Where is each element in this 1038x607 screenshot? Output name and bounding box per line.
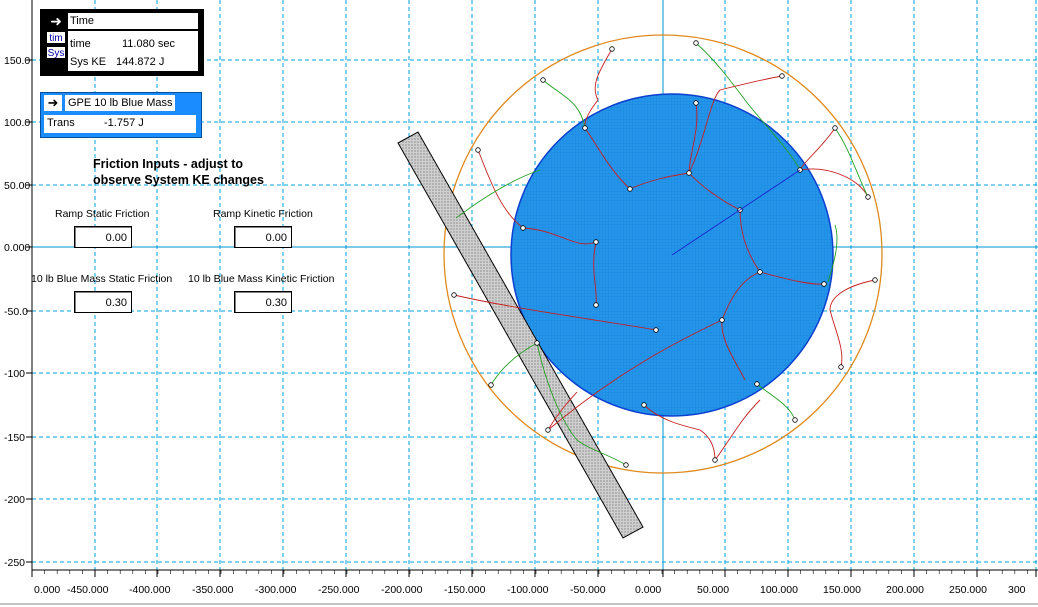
gpe-panel[interactable]: ➜ GPE 10 lb Blue Mass Trans -1.757 J [40, 92, 202, 138]
sys-ke-label: Sys KE [70, 56, 107, 68]
time-panel[interactable]: ➜ Time tim Sys time 11.080 sec Sys KE 14… [40, 9, 204, 76]
time-panel-title: Time [68, 13, 198, 29]
ramp-kinetic-friction-input[interactable]: 0.00 [234, 226, 292, 248]
trail-point [838, 364, 844, 370]
x-tick-label: -200.000 [381, 584, 423, 596]
x-tick-label: -50.000 [570, 584, 606, 596]
trail-point [593, 302, 599, 308]
trans-value: -1.757 J [104, 117, 144, 129]
trail-point [693, 100, 699, 106]
trail-point [627, 186, 633, 192]
trail-point [475, 147, 481, 153]
y-tick-label: -100 [4, 368, 25, 380]
y-tick-label: -200 [4, 494, 25, 506]
x-tick-label: 100.000 [760, 584, 798, 596]
x-tick-label: -450.000 [67, 584, 109, 596]
trail-point [653, 327, 659, 333]
x-tick-label: 150.000 [823, 584, 861, 596]
mass-static-friction-input[interactable]: 0.30 [74, 291, 132, 313]
y-tick-label: -50.0 [4, 306, 28, 318]
side-tab-tim[interactable]: tim [46, 31, 66, 44]
gpe-panel-body: Trans -1.757 J [44, 115, 196, 133]
ramp-static-friction-label: Ramp Static Friction [55, 208, 150, 220]
y-tick-label: 0.000 [4, 242, 30, 254]
gpe-panel-title: GPE 10 lb Blue Mass [65, 95, 175, 111]
x-tick-label: -300.000 [255, 584, 297, 596]
trail-point [609, 46, 615, 52]
trail-point [593, 239, 599, 245]
trail-point [754, 381, 760, 387]
time-value: 11.080 sec [122, 38, 176, 50]
y-tick-label: -150 [4, 432, 25, 444]
mass-static-friction-label: 10 lb Blue Mass Static Friction [31, 273, 173, 285]
trail-point [693, 40, 699, 46]
trail-point [832, 125, 838, 131]
trail-point [582, 125, 588, 131]
x-tick-label: 250.000 [949, 584, 987, 596]
x-tick-label: 0.000 [635, 584, 661, 596]
x-tick-label: -400.000 [129, 584, 171, 596]
ramp-static-friction-input[interactable]: 0.00 [74, 226, 132, 248]
trail-point [534, 340, 540, 346]
trail-point [792, 417, 798, 423]
x-tick-label: 200.000 [886, 584, 924, 596]
y-tick-label: 150.0 [4, 55, 30, 67]
arrow-right-icon[interactable]: ➜ [46, 13, 66, 29]
side-tab-sys[interactable]: Sys [46, 46, 66, 59]
y-tick-label: -250 [4, 557, 25, 569]
arrow-right-icon[interactable]: ➜ [44, 95, 62, 111]
x-tick-label: -350.000 [192, 584, 234, 596]
trail-point [540, 77, 546, 83]
friction-heading: Friction Inputs - adjust to observe Syst… [93, 156, 264, 188]
mass-kinetic-friction-input[interactable]: 0.30 [234, 291, 292, 313]
trail-point [623, 462, 629, 468]
y-tick-label: 100.0 [4, 117, 30, 129]
friction-heading-line2: observe System KE changes [93, 173, 264, 187]
trail-point [865, 194, 871, 200]
mass-kinetic-friction-label: 10 lb Blue Mass Kinetic Friction [188, 273, 335, 285]
time-label: time [70, 38, 91, 50]
trans-label: Trans [47, 117, 75, 129]
trail-point [872, 277, 878, 283]
x-tick-label: 50.000 [697, 584, 729, 596]
x-tick-label: -150.000 [444, 584, 486, 596]
ramp-kinetic-friction-label: Ramp Kinetic Friction [213, 208, 313, 220]
x-tick-label: 300 [1008, 584, 1026, 596]
trail-point [779, 73, 785, 79]
x-tick-label: 0.000 [34, 584, 60, 596]
trail-point [451, 292, 457, 298]
x-tick-label: -100.000 [507, 584, 549, 596]
friction-heading-line1: Friction Inputs - adjust to [93, 157, 243, 171]
trail-point [712, 457, 718, 463]
trail-point [686, 170, 692, 176]
trail-point [520, 225, 526, 231]
trail-point [757, 269, 763, 275]
trail-point [821, 281, 827, 287]
trail-point [719, 317, 725, 323]
time-panel-body: time 11.080 sec Sys KE 144.872 J [68, 31, 198, 71]
trail-point [641, 402, 647, 408]
trail-point [488, 382, 494, 388]
x-tick-label: -250.000 [318, 584, 360, 596]
trail-point [545, 427, 551, 433]
y-tick-label: 50.00 [4, 180, 30, 192]
sys-ke-value: 144.872 J [116, 56, 165, 68]
